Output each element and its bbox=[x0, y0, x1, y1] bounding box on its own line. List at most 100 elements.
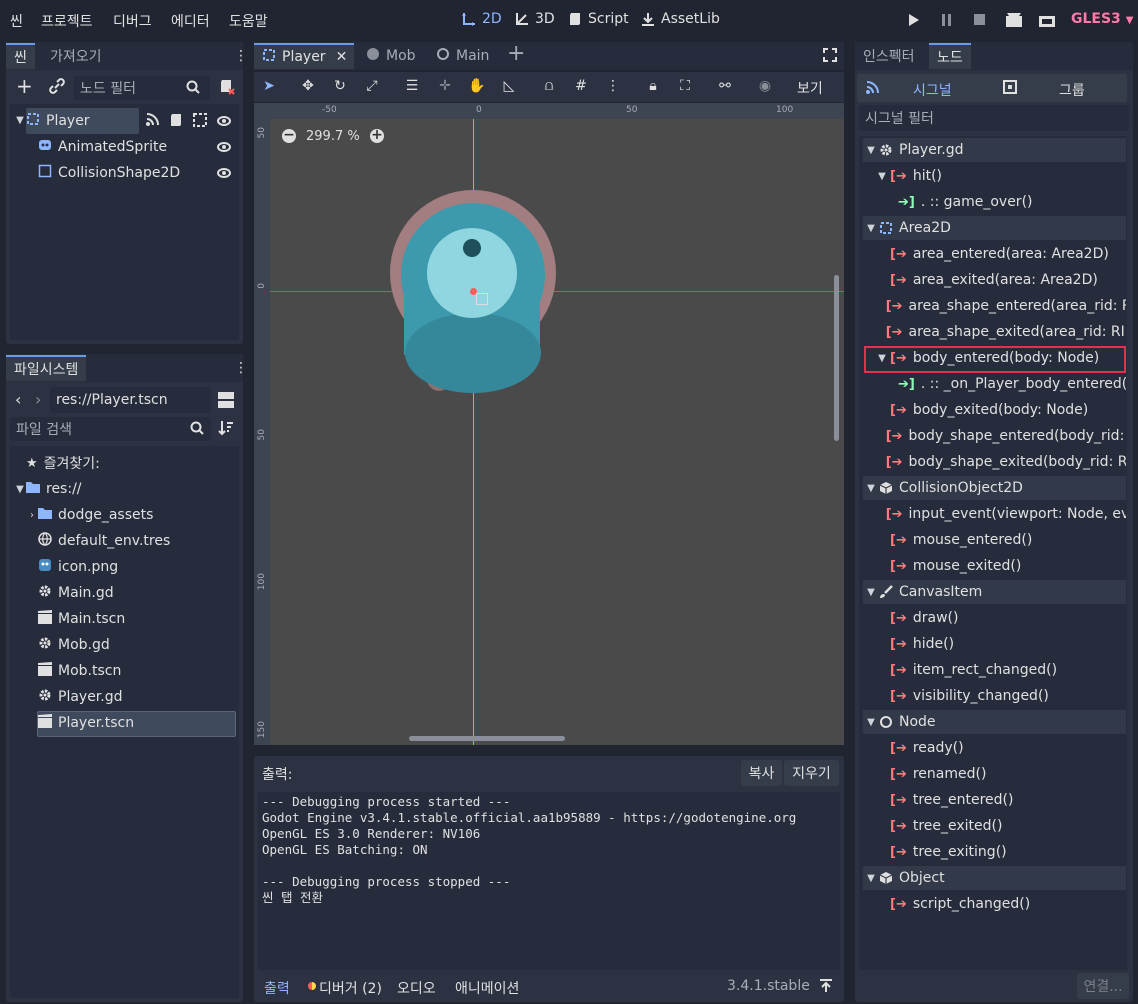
signal-item[interactable]: ▼[➔item_rect_changed() bbox=[876, 658, 1126, 682]
mode-assetlib-button[interactable]: AssetLib bbox=[641, 11, 720, 27]
script-remove-icon[interactable] bbox=[219, 79, 235, 99]
signal-item[interactable]: ▼[➔area_exited(area: Area2D) bbox=[876, 268, 1126, 292]
visibility-eye-icon[interactable] bbox=[217, 168, 231, 178]
file-item[interactable]: Mob.tscn bbox=[38, 659, 121, 683]
chevron-right-icon[interactable]: › bbox=[26, 510, 38, 521]
menu-help[interactable]: 도움말 bbox=[229, 11, 268, 31]
play-custom-scene-icon[interactable] bbox=[1039, 13, 1055, 27]
tab-scene[interactable]: 씬 bbox=[6, 43, 35, 69]
signal-class-header[interactable]: ▼ Player.gd bbox=[863, 138, 1126, 162]
signal-item[interactable]: ▼[➔area_shape_entered(area_rid: RI bbox=[876, 294, 1126, 318]
bottom-tab-audio[interactable]: 오디오 bbox=[397, 978, 436, 998]
copy-button[interactable]: 복사 bbox=[741, 760, 782, 786]
stop-icon[interactable] bbox=[974, 14, 986, 26]
view-menu-button[interactable]: 보기 bbox=[797, 78, 823, 98]
rotate-tool-icon[interactable]: ↻ bbox=[331, 77, 349, 95]
chevron-down-icon[interactable]: ▼ bbox=[14, 115, 26, 126]
signal-icon[interactable] bbox=[145, 113, 159, 131]
signal-item[interactable]: ▼[➔draw() bbox=[876, 606, 1126, 630]
mode-script-button[interactable]: Script bbox=[568, 11, 629, 27]
path-field[interactable]: res://Player.tscn bbox=[50, 387, 211, 413]
select-tool-icon[interactable]: ➤ bbox=[260, 77, 278, 95]
signal-filter-input[interactable]: 시그널 필터 bbox=[859, 105, 1129, 131]
tab-main[interactable]: Main bbox=[428, 43, 497, 69]
signal-item[interactable]: ▼[➔area_entered(area: Area2D) bbox=[876, 242, 1126, 266]
menu-scene[interactable]: 씬 bbox=[10, 11, 23, 31]
signal-item[interactable]: ▼[➔ready() bbox=[876, 736, 1126, 760]
file-item[interactable]: Main.tscn bbox=[38, 607, 125, 631]
tab-inspector[interactable]: 인스펙터 bbox=[855, 43, 923, 69]
scene-node-player[interactable]: Player bbox=[26, 109, 90, 133]
chevron-down-icon[interactable]: ▼ bbox=[14, 484, 26, 495]
link-icon[interactable] bbox=[49, 78, 65, 98]
forward-arrow-icon[interactable]: › bbox=[35, 390, 41, 409]
clear-button[interactable]: 지우기 bbox=[784, 760, 839, 786]
signal-item[interactable]: ▼[➔tree_exiting() bbox=[876, 840, 1126, 864]
tab-import[interactable]: 가져오기 bbox=[42, 43, 110, 69]
file-item[interactable]: icon.png bbox=[38, 555, 118, 579]
move-tool-icon[interactable]: ✥ bbox=[299, 77, 317, 95]
signal-item[interactable]: ▼[➔body_shape_entered(body_rid: R bbox=[876, 424, 1126, 448]
file-item[interactable]: Player.gd bbox=[38, 685, 123, 709]
visibility-eye-icon[interactable] bbox=[217, 142, 231, 152]
menu-debug[interactable]: 디버그 bbox=[113, 11, 152, 31]
renderer-select[interactable]: GLES3 ▼ bbox=[1071, 11, 1133, 27]
signal-item[interactable]: ▼ [➔ hit() bbox=[876, 164, 1126, 188]
signal-item[interactable]: ▼[➔renamed() bbox=[876, 762, 1126, 786]
kebab-menu-icon[interactable]: ⋮ bbox=[604, 77, 622, 95]
smart-snap-icon[interactable]: ⩍ bbox=[540, 77, 558, 95]
split-view-icon[interactable] bbox=[217, 391, 235, 413]
vertical-scrollbar[interactable] bbox=[834, 275, 839, 441]
file-item[interactable]: Main.gd bbox=[38, 581, 114, 605]
signal-item[interactable]: ▼[➔input_event(viewport: Node, eve bbox=[876, 502, 1126, 526]
expand-panel-icon[interactable] bbox=[819, 979, 833, 997]
file-item[interactable]: Mob.gd bbox=[38, 633, 110, 657]
bone-icon[interactable]: ⚯ bbox=[716, 77, 734, 95]
camera-icon[interactable]: ◉ bbox=[756, 77, 774, 95]
signal-item[interactable]: ▼[➔hide() bbox=[876, 632, 1126, 656]
signal-item[interactable]: ▼[➔mouse_entered() bbox=[876, 528, 1126, 552]
lock-icon[interactable]: 🔒︎ bbox=[644, 77, 662, 95]
file-item[interactable]: Player.tscn bbox=[38, 711, 134, 735]
signals-tab[interactable]: 시그널 bbox=[913, 80, 952, 100]
group-icon[interactable] bbox=[193, 113, 207, 131]
zoom-level[interactable]: 299.7 % bbox=[306, 129, 360, 144]
play-icon[interactable] bbox=[908, 14, 920, 26]
signal-class-header[interactable]: ▼ Object bbox=[863, 866, 1126, 890]
ruler-tool-icon[interactable]: ◺ bbox=[500, 77, 518, 95]
signal-connection-item[interactable]: ➔] . :: game_over() bbox=[898, 190, 1126, 214]
signal-class-header[interactable]: ▼ CanvasItem bbox=[863, 580, 1126, 604]
menu-project[interactable]: 프로젝트 bbox=[41, 11, 93, 31]
pivot-handle[interactable] bbox=[476, 293, 488, 305]
visibility-eye-icon[interactable] bbox=[217, 116, 231, 126]
back-arrow-icon[interactable]: ‹ bbox=[15, 390, 21, 409]
res-root-item[interactable]: res:// bbox=[26, 477, 82, 501]
signal-class-header[interactable]: ▼ Area2D bbox=[863, 216, 1126, 240]
signal-item[interactable]: ▼[➔area_shape_exited(area_rid: RID, bbox=[876, 320, 1126, 344]
pan-tool-icon[interactable]: ✋ bbox=[468, 77, 486, 95]
close-icon[interactable]: ✕ bbox=[336, 49, 348, 65]
favorites-item[interactable]: ★ 즐겨찾기: bbox=[26, 451, 100, 475]
scene-node-animatedsprite[interactable]: AnimatedSprite bbox=[38, 135, 167, 159]
play-scene-icon[interactable] bbox=[1006, 13, 1022, 27]
mode-3d-button[interactable]: 3D bbox=[515, 11, 555, 27]
fullscreen-icon[interactable] bbox=[823, 48, 837, 66]
grid-snap-icon[interactable]: # bbox=[572, 77, 590, 95]
sort-icon[interactable] bbox=[218, 420, 234, 440]
signal-item[interactable]: ▼[➔body_exited(body: Node) bbox=[876, 398, 1126, 422]
zoom-in-icon[interactable]: + bbox=[370, 128, 384, 143]
signal-item[interactable]: ▼[➔script_changed() bbox=[876, 892, 1126, 916]
horizontal-scrollbar[interactable] bbox=[409, 736, 565, 741]
signal-connection-item[interactable]: ➔] . :: _on_Player_body_entered() bbox=[898, 372, 1126, 396]
pause-icon[interactable] bbox=[941, 14, 953, 26]
tab-filesystem[interactable]: 파일시스템 bbox=[6, 355, 87, 381]
list-select-icon[interactable]: ☰ bbox=[403, 77, 421, 95]
script-icon[interactable] bbox=[169, 113, 183, 131]
file-search-input[interactable]: 파일 검색 bbox=[10, 417, 211, 441]
file-item[interactable]: default_env.tres bbox=[38, 529, 170, 553]
tab-mob[interactable]: Mob bbox=[358, 43, 424, 69]
pivot-icon[interactable]: ✛ bbox=[436, 77, 454, 95]
scene-node-collisionshape2d[interactable]: CollisionShape2D bbox=[38, 161, 180, 185]
bottom-tab-animation[interactable]: 애니메이션 bbox=[455, 978, 519, 998]
connect-button[interactable]: 연결... bbox=[1077, 973, 1129, 999]
